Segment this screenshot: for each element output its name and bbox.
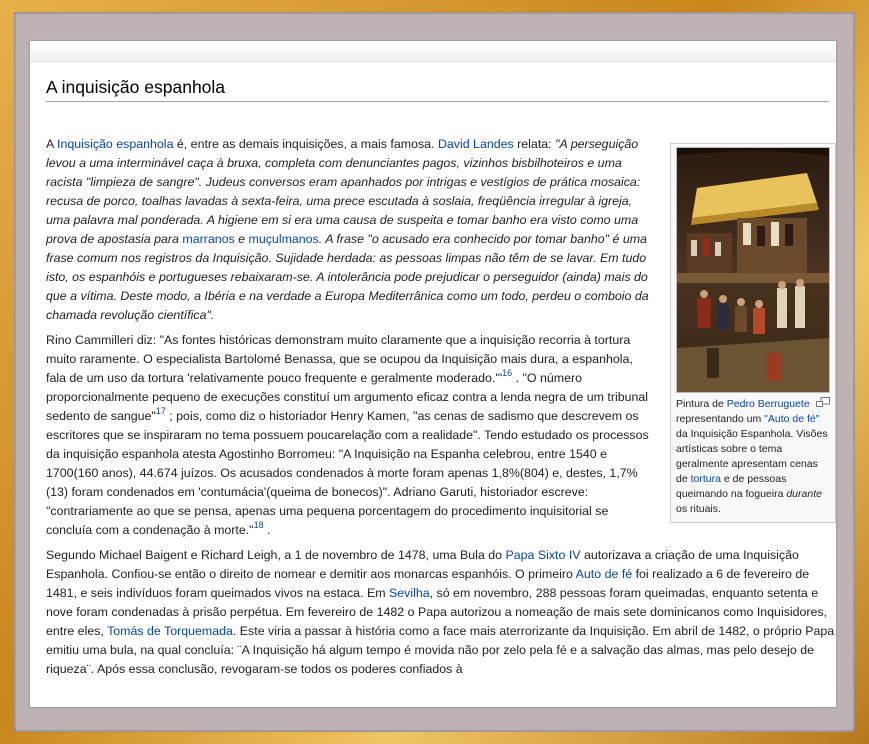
text: relata:: [513, 137, 556, 151]
figure-thumbnail: Pintura de Pedro Berruguete representand…: [670, 143, 836, 523]
text: é, entre as demais inquisições, a mais f…: [173, 137, 438, 151]
reference-17[interactable]: 17: [156, 406, 166, 416]
link-david-landes[interactable]: David Landes: [438, 137, 514, 151]
page-top-bar: [30, 41, 836, 62]
link-papa-sixto-iv[interactable]: Papa Sixto IV: [505, 548, 580, 562]
caption-text: os rituais.: [676, 503, 721, 515]
figure-caption: Pintura de Pedro Berruguete representand…: [674, 393, 832, 519]
article-body: Pintura de Pedro Berruguete representand…: [46, 135, 836, 685]
link-sevilha[interactable]: Sevilha: [389, 586, 430, 600]
section-heading: A inquisição espanhola: [46, 75, 829, 102]
link-muculmanos[interactable]: muçulmanos: [249, 232, 319, 246]
link-auto-de-fe[interactable]: Auto de fé: [576, 567, 633, 581]
caption-text: Pintura de: [676, 398, 727, 410]
text: Segundo Michael Baigent e Richard Leigh,…: [46, 548, 506, 562]
link-marranos[interactable]: marranos: [182, 232, 234, 246]
magnify-icon[interactable]: [816, 397, 830, 408]
text: A: [46, 137, 58, 151]
paragraph-baigent: Segundo Michael Baigent e Richard Leigh,…: [46, 546, 836, 679]
reference-18[interactable]: 18: [254, 520, 264, 530]
caption-emphasis: durante: [786, 488, 822, 500]
reference-16[interactable]: 16: [502, 368, 512, 378]
article-page: A inquisição espanhola Pintura de Pedro …: [30, 41, 836, 707]
link-tortura[interactable]: tortura: [691, 473, 721, 485]
link-pedro-berruguete[interactable]: Pedro Berruguete: [727, 398, 810, 410]
text: .: [263, 523, 271, 537]
link-auto-de-fe-caption[interactable]: "Auto de fé": [764, 413, 819, 425]
quote-text: e: [234, 232, 249, 246]
quote-text: "A perseguição levou a uma interminável …: [46, 137, 641, 246]
auto-de-fe-painting[interactable]: [676, 147, 830, 393]
caption-text: representando um: [676, 413, 765, 425]
link-tomas-de-torquemada[interactable]: Tomás de Torquemada: [107, 624, 233, 638]
text: ; pois, como diz o historiador Henry Kam…: [46, 409, 649, 537]
link-inquisicao-espanhola[interactable]: Inquisição espanhola: [57, 137, 173, 151]
